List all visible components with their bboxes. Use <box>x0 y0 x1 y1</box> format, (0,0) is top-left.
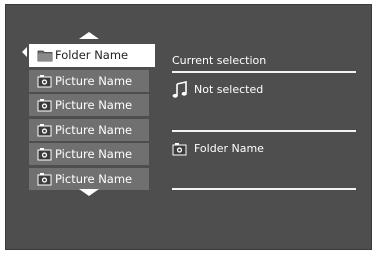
picture-icon <box>37 123 52 137</box>
folder-icon <box>37 50 53 62</box>
picture-icon <box>37 99 52 112</box>
picture-icon <box>37 74 52 88</box>
list-item-picture[interactable]: Picture Name <box>29 69 149 92</box>
list-item-picture[interactable]: Picture Name <box>29 143 149 166</box>
list-item-label: Folder Name <box>55 48 129 62</box>
scroll-up-arrow-icon[interactable] <box>79 32 99 39</box>
picture-icon <box>37 148 52 161</box>
music-note-icon <box>172 81 187 98</box>
list-item-picture[interactable]: Picture Name <box>29 167 149 190</box>
list-item-label: Picture Name <box>55 122 133 137</box>
screen: Folder Name Picture Name Picture Name Pi… <box>5 4 372 250</box>
music-status-text: Not selected <box>194 83 264 96</box>
list-item-label: Picture Name <box>55 171 133 186</box>
list-item-picture[interactable]: Picture Name <box>29 118 149 141</box>
divider <box>172 188 356 190</box>
picture-icon <box>172 143 187 156</box>
divider <box>172 130 356 132</box>
file-list: Folder Name Picture Name Picture Name Pi… <box>29 44 155 193</box>
scroll-down-arrow-icon[interactable] <box>79 189 99 196</box>
list-item-folder[interactable]: Folder Name <box>29 44 155 67</box>
list-item-label: Picture Name <box>55 73 133 88</box>
list-item-picture[interactable]: Picture Name <box>29 94 149 117</box>
back-arrow-icon[interactable] <box>22 47 27 57</box>
list-item-label: Picture Name <box>55 98 133 113</box>
current-folder-name: Folder Name <box>194 142 264 155</box>
divider <box>172 71 356 73</box>
list-item-label: Picture Name <box>55 147 133 162</box>
picture-icon <box>37 172 52 186</box>
panel-title: Current selection <box>172 54 267 67</box>
